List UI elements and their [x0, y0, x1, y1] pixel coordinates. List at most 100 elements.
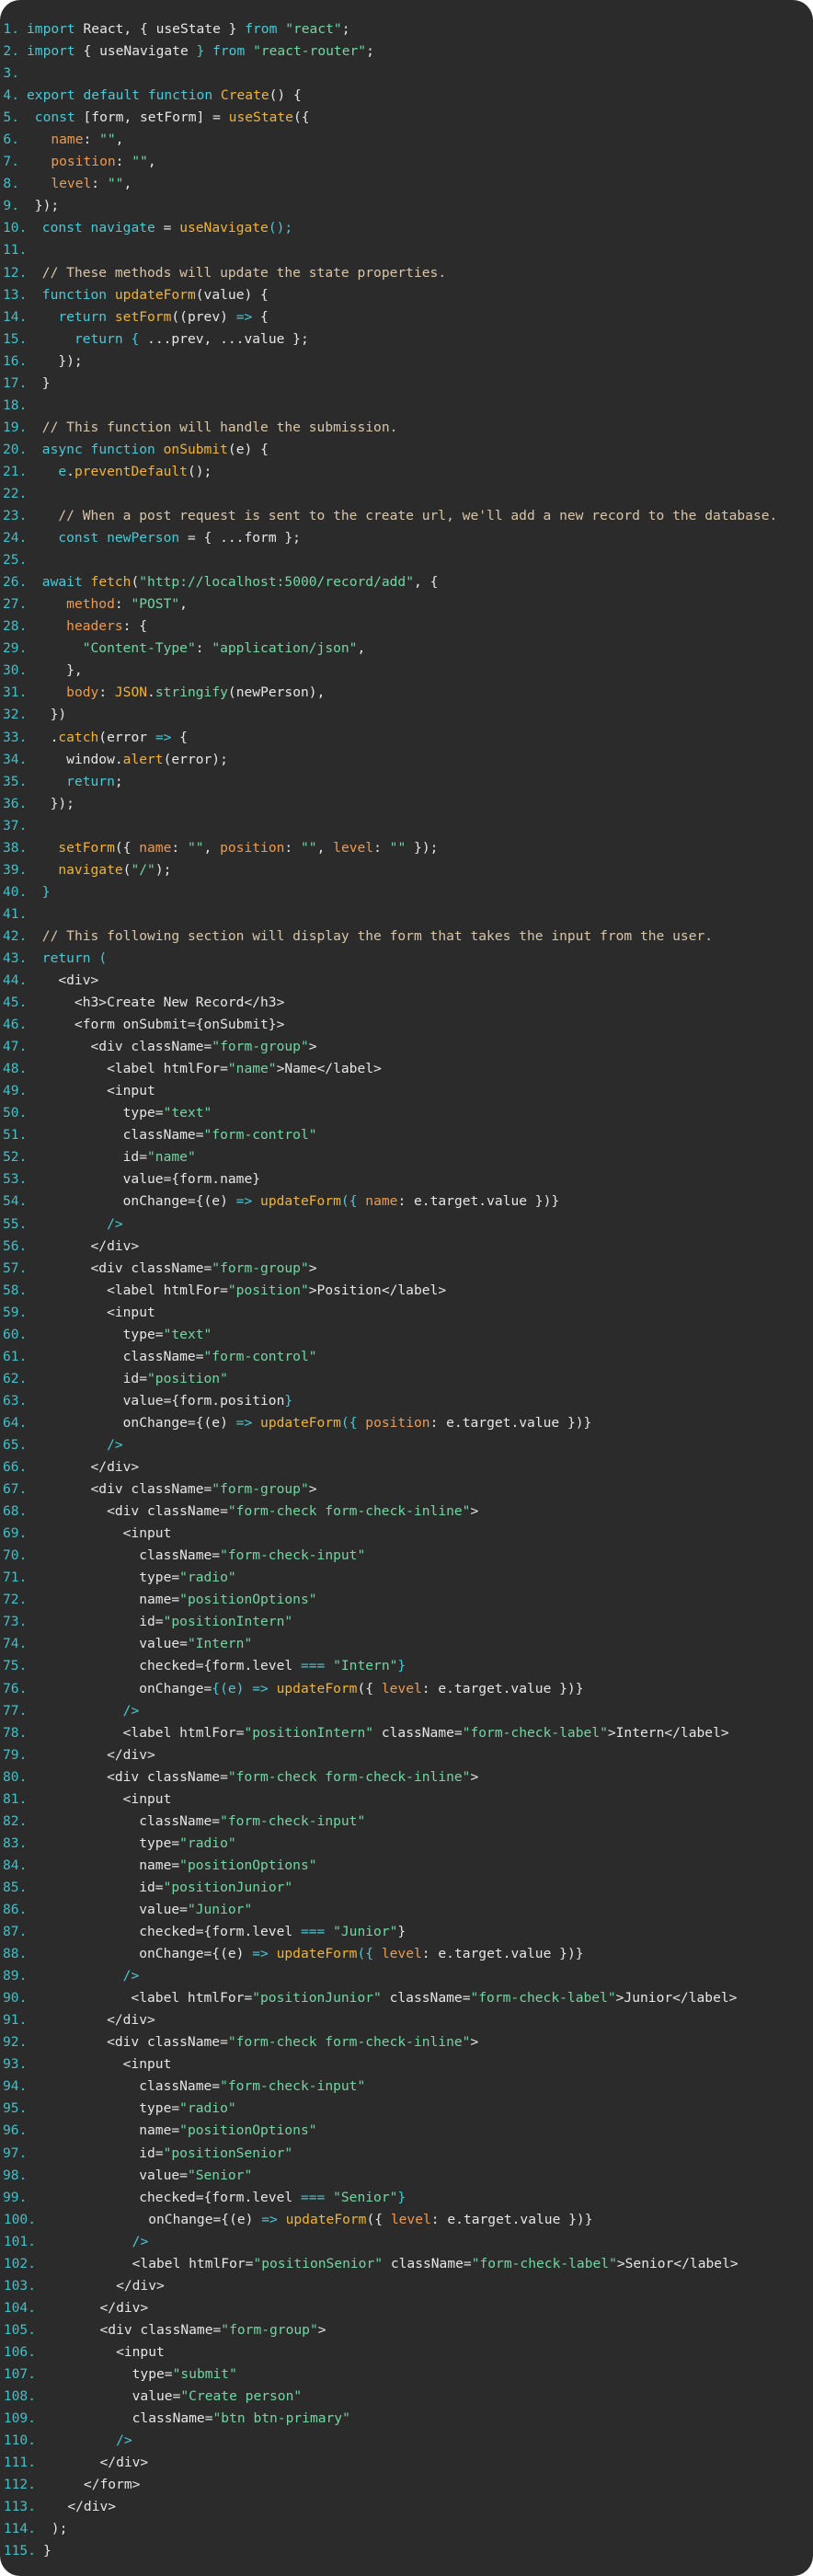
keyword-token: e	[58, 463, 67, 479]
code-text: </div>	[34, 1459, 140, 1476]
code-text: ,	[316, 839, 334, 856]
code-text: .	[147, 684, 155, 701]
code-line: 84. name= "positionOptions"	[0, 1855, 813, 1877]
code-line: 64. onChange={(e) => updateForm({ positi…	[0, 1412, 813, 1434]
keyword-token: from	[212, 43, 246, 60]
code-text: onChange={(e)	[34, 1193, 236, 1210]
code-line: 106. <input	[0, 2341, 813, 2363]
code-line: 59. <input	[0, 1302, 813, 1324]
code-line: 14. return setForm ((prev) => {	[0, 306, 813, 328]
keyword-token: {(e) =>	[212, 1680, 269, 1696]
code-line: 47. <div className= "form-group" >	[0, 1036, 813, 1058]
line-number: 20.	[3, 441, 28, 457]
code-line: 99. checked={form.level === "Senior"}	[0, 2187, 813, 2209]
code-text: id=	[34, 2145, 164, 2161]
code-text: type=	[43, 2365, 173, 2382]
code-line: 15. return { ...prev, ...value };	[0, 328, 813, 351]
line-number: 36.	[3, 795, 28, 811]
string-token: "positionJunior"	[163, 1879, 293, 1895]
code-line: 77. />	[0, 1700, 813, 1722]
function-token: alert	[122, 751, 164, 767]
code-text: },	[34, 662, 83, 679]
code-line: 6. name: "",	[0, 129, 813, 151]
line-number: 17.	[3, 374, 28, 391]
code-text: (e) {	[227, 441, 269, 457]
line-number: 67.	[3, 1481, 28, 1498]
string-token: "Senior"	[187, 2167, 253, 2183]
keyword-token: ({	[357, 1946, 374, 1962]
line-number: 38.	[3, 839, 28, 856]
code-text: id=	[34, 1370, 148, 1386]
code-line: 105. <div className= "form-group" >	[0, 2319, 813, 2341]
line-number: 94.	[3, 2078, 28, 2095]
line-number: 61.	[3, 1348, 28, 1364]
code-text: </div>	[43, 2455, 149, 2471]
code-line: 114. );	[0, 2518, 813, 2540]
code-text: >	[470, 1768, 479, 1785]
line-number: 60.	[3, 1326, 28, 1342]
code-line: 56. </div>	[0, 1236, 813, 1258]
line-number: 105.	[3, 2321, 36, 2338]
line-number: 83.	[3, 1834, 28, 1851]
line-number: 84.	[3, 1857, 28, 1873]
code-line: 3.	[0, 63, 813, 85]
line-number: 89.	[3, 1968, 28, 1984]
code-line: 55. />	[0, 1213, 813, 1236]
code-line: 49. <input	[0, 1080, 813, 1102]
code-text: <div className=	[34, 1259, 212, 1276]
code-line: 57. <div className= "form-group" >	[0, 1258, 813, 1280]
code-line: 53. value={form.name}	[0, 1168, 813, 1190]
function-token: setForm	[58, 839, 115, 856]
code-text: :	[91, 176, 108, 192]
property-token: level	[390, 2211, 431, 2227]
code-line: 36. });	[0, 793, 813, 815]
line-number: 65.	[3, 1437, 28, 1453]
code-text: ({	[366, 2211, 391, 2227]
code-text: :	[98, 684, 115, 701]
code-line: 86. value= "Junior"	[0, 1899, 813, 1921]
code-text: }	[34, 374, 51, 391]
string-token: "form-check form-check-inline"	[227, 1768, 471, 1785]
keyword-token: return	[58, 308, 108, 325]
line-number: 66.	[3, 1459, 28, 1476]
line-number: 72.	[3, 1592, 28, 1608]
code-text: = { ...form };	[179, 530, 301, 546]
line-number: 56.	[3, 1237, 28, 1254]
code-text: });	[406, 839, 439, 856]
property-token: level	[381, 1946, 422, 1962]
code-line: 35. return;	[0, 771, 813, 793]
line-number: 70.	[3, 1547, 28, 1564]
code-line: 27. method: "POST",	[0, 593, 813, 615]
line-number: 22.	[3, 485, 28, 501]
code-line: 87. checked={form.level === "Junior"}	[0, 1921, 813, 1943]
line-number: 16.	[3, 352, 28, 369]
code-line: 26. await fetch("http://localhost:5000/r…	[0, 571, 813, 593]
code-line: 43. return (	[0, 948, 813, 970]
keyword-token: =>	[235, 1414, 253, 1431]
line-number: 33.	[3, 729, 28, 745]
line-number: 42.	[3, 927, 28, 944]
line-number: 7.	[3, 154, 19, 170]
code-line: 13. function updateForm (value) {	[0, 284, 813, 306]
keyword-token: =>	[155, 729, 172, 745]
line-number: 69.	[3, 1525, 28, 1542]
property-token: method	[66, 596, 115, 613]
string-token: "positionOptions"	[179, 1592, 317, 1608]
code-line: 37.	[0, 815, 813, 837]
code-line: 78. <label htmlFor= "positionIntern" clas…	[0, 1722, 813, 1744]
keyword-token: ===	[300, 1658, 326, 1674]
code-line: 10. const navigate = useNavigate ();	[0, 217, 813, 239]
function-token: Create	[220, 87, 269, 104]
line-number: 112.	[3, 2477, 36, 2493]
code-line: 91. </div>	[0, 2009, 813, 2031]
keyword-token: const	[34, 109, 75, 126]
